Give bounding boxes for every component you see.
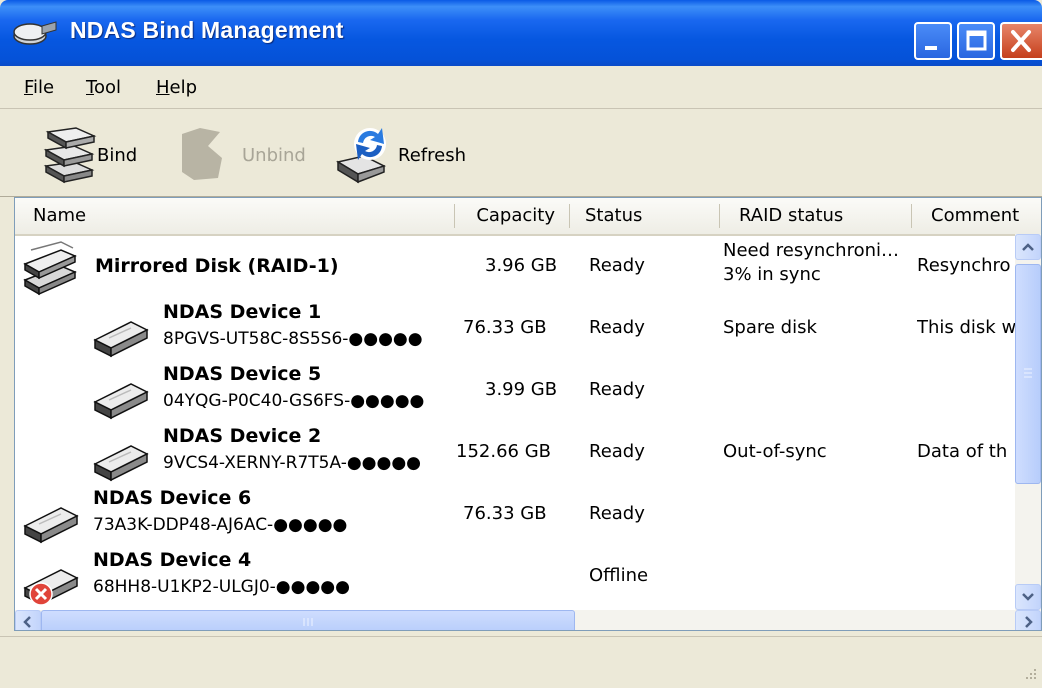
column-separator[interactable] [719,204,720,228]
menu-tool[interactable]: Tool [86,77,121,98]
device-name: NDAS Device 1 [163,301,322,323]
column-header-comment[interactable]: Comment [931,198,1041,234]
device-name: NDAS Device 6 [93,487,252,509]
scroll-down-button[interactable] [1015,584,1041,610]
device-name: NDAS Device 2 [163,425,322,447]
capacity-cell: 76.33 GB [463,503,547,524]
raid-disk-icon [23,241,77,296]
capacity-cell: 3.96 GB [485,255,558,276]
grip-icon [1024,368,1032,378]
hard-disk-icon [93,383,149,420]
column-separator[interactable] [569,204,570,228]
bind-button[interactable]: Bind [40,122,170,184]
column-separator[interactable] [911,204,912,228]
status-bar [0,636,1042,688]
vertical-scrollbar[interactable] [1015,234,1041,610]
capacity-cell: 3.99 GB [485,379,558,400]
device-serial: 04YQG-P0C40-GS6FS-●●●●● [163,391,425,411]
device-serial: 9VCS4-XERNY-R7T5A-●●●●● [163,453,422,473]
raid-status-cell: Spare disk [723,317,817,338]
resize-grip-icon[interactable] [1020,667,1038,685]
refresh-button[interactable]: Refresh [334,122,484,184]
app-icon [13,21,57,45]
minimize-button[interactable] [914,22,952,60]
horizontal-scroll-thumb[interactable] [41,610,575,630]
unbind-icon [182,128,222,180]
status-cell: Ready [589,441,645,462]
capacity-cell: 76.33 GB [463,317,547,338]
horizontal-scrollbar[interactable] [15,610,1041,630]
title-bar[interactable]: NDAS Bind Management [0,0,1042,66]
raid-status-sync: 3% in sync [723,264,821,285]
refresh-label: Refresh [398,145,466,166]
main-window: NDAS Bind Management File Tool Help Bind [0,0,1042,688]
table-row[interactable]: Mirrored Disk (RAID-1) 3.96 GB Ready Nee… [15,236,1015,298]
close-button[interactable] [1000,22,1042,60]
bind-label: Bind [97,145,138,166]
device-name: NDAS Device 5 [163,363,322,385]
device-name: NDAS Device 4 [93,549,252,571]
minimize-icon [925,46,937,50]
comment-cell: Data of th [917,441,1008,462]
chevron-left-icon [23,616,31,628]
raid-status-cell: Out-of-sync [723,441,827,462]
table-row[interactable]: NDAS Device 1 8PGVS-UT58C-8S5S6-●●●●● 76… [15,298,1015,360]
maximize-button[interactable] [957,22,995,60]
vertical-scroll-thumb[interactable] [1015,264,1041,484]
grip-icon [303,618,313,626]
status-cell: Ready [589,379,645,400]
chevron-down-icon [1022,593,1034,601]
status-cell: Ready [589,255,645,276]
comment-cell: Resynchro [917,255,1011,276]
hard-disk-icon [23,507,79,544]
menu-file[interactable]: File [24,77,54,98]
scroll-right-button[interactable] [1015,610,1041,630]
status-cell: Ready [589,317,645,338]
table-row[interactable]: NDAS Device 4 68HH8-U1KP2-ULGJ0-●●●●● Of… [15,546,1015,608]
unbind-button[interactable]: Unbind [180,122,320,184]
device-serial: 8PGVS-UT58C-8S5S6-●●●●● [163,329,423,349]
column-header-capacity[interactable]: Capacity [455,198,567,234]
chevron-up-icon [1022,243,1034,251]
unbind-label: Unbind [242,145,306,166]
menu-bar: File Tool Help [0,66,1042,109]
column-header-status[interactable]: Status [585,198,715,234]
hard-disk-icon [93,445,149,482]
device-name: Mirrored Disk (RAID-1) [95,255,339,277]
comment-cell: This disk w [917,317,1015,338]
device-serial: 68HH8-U1KP2-ULGJ0-●●●●● [93,577,350,597]
toolbar: Bind Unbind Refresh [0,110,1042,197]
raid-status-cell: Need resynchroni… [723,240,900,261]
device-serial: 73A3K-DDP48-AJ6AC-●●●●● [93,515,348,535]
column-header-raid-status[interactable]: RAID status [739,198,909,234]
window-title: NDAS Bind Management [70,17,344,43]
table-row[interactable]: NDAS Device 5 04YQG-P0C40-GS6FS-●●●●● 3.… [15,360,1015,422]
menu-help[interactable]: Help [156,77,197,98]
column-header-name[interactable]: Name [33,198,453,234]
capacity-cell: 152.66 GB [456,441,552,462]
scroll-left-button[interactable] [15,610,41,630]
hard-disk-icon [93,321,149,358]
bind-icon [43,127,97,184]
chevron-right-icon [1025,616,1033,628]
status-cell: Offline [589,565,649,586]
list-header: Name Capacity Status RAID status Comment [15,198,1041,236]
refresh-icon [336,128,387,184]
offline-disk-icon [23,569,79,606]
status-cell: Ready [589,503,645,524]
table-row[interactable]: NDAS Device 2 9VCS4-XERNY-R7T5A-●●●●● 15… [15,422,1015,484]
close-icon [1011,30,1031,52]
maximize-icon [966,30,987,51]
scroll-up-button[interactable] [1015,234,1041,260]
device-list[interactable]: Name Capacity Status RAID status Comment… [14,197,1042,631]
table-row[interactable]: NDAS Device 6 73A3K-DDP48-AJ6AC-●●●●● 76… [15,484,1015,546]
